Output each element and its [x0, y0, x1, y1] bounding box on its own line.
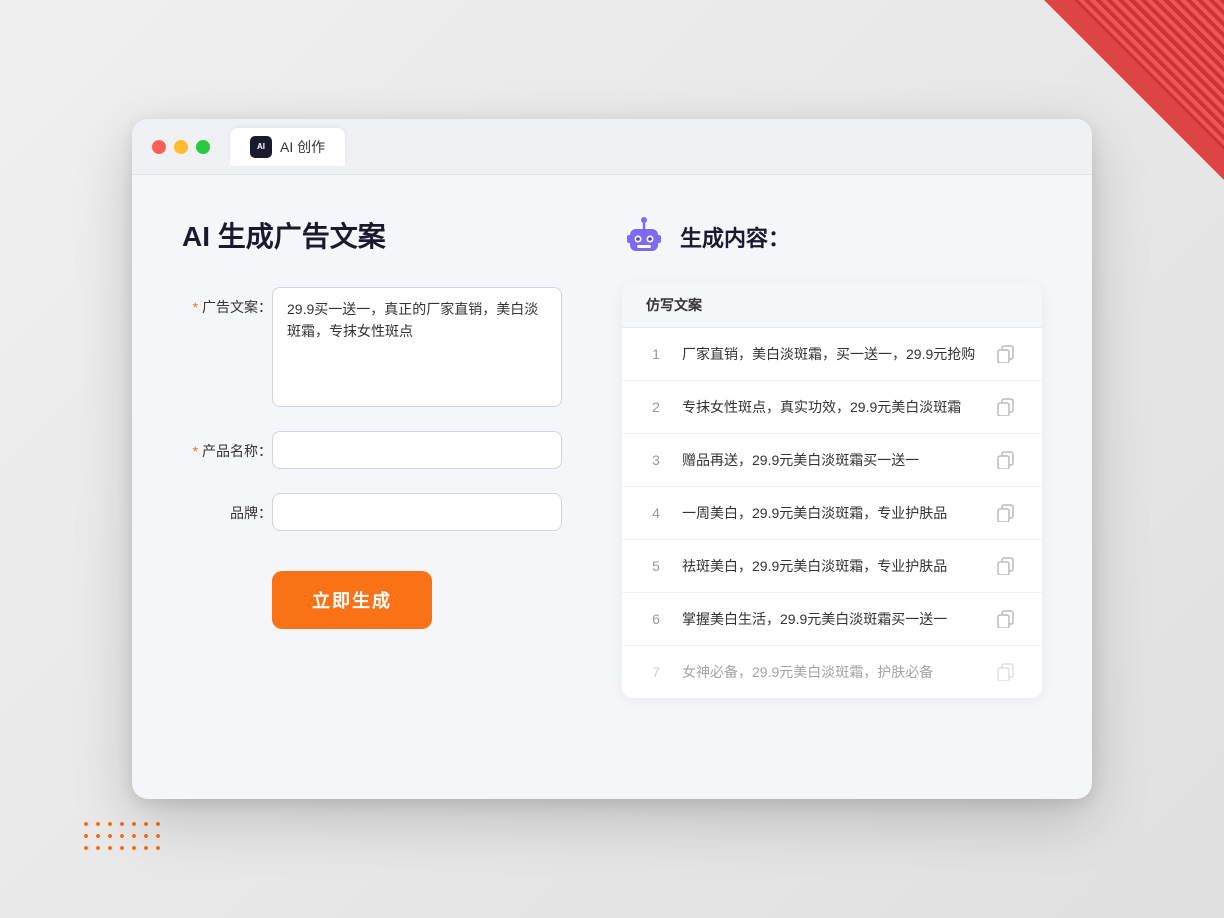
row-text: 赠品再送，29.9元美白淡斑霜买一送一	[682, 450, 978, 471]
copy-icon[interactable]	[994, 501, 1018, 525]
copy-icon[interactable]	[994, 554, 1018, 578]
row-text: 专抹女性斑点，真实功效，29.9元美白淡斑霜	[682, 397, 978, 418]
copy-icon[interactable]	[994, 660, 1018, 684]
copy-icon[interactable]	[994, 342, 1018, 366]
row-text: 祛斑美白，29.9元美白淡斑霜，专业护肤品	[682, 556, 978, 577]
required-star-ad: *	[193, 299, 198, 315]
result-title: 生成内容：	[680, 221, 790, 253]
row-text: 女神必备，29.9元美白淡斑霜，护肤必备	[682, 662, 978, 683]
brand-group: 品牌： 好白	[182, 493, 562, 531]
close-button[interactable]	[152, 140, 166, 154]
maximize-button[interactable]	[196, 140, 210, 154]
right-panel: 生成内容： 仿写文案 1 厂家直销，美白淡斑霜，买一送一，29.9元抢购 2 专…	[622, 215, 1042, 755]
minimize-button[interactable]	[174, 140, 188, 154]
tab-label: AI 创作	[280, 137, 325, 157]
table-row: 3 赠品再送，29.9元美白淡斑霜买一送一	[622, 434, 1042, 487]
table-row: 2 专抹女性斑点，真实功效，29.9元美白淡斑霜	[622, 381, 1042, 434]
row-number: 6	[646, 611, 666, 627]
product-name-group: *产品名称： 美白淡斑霜	[182, 431, 562, 469]
row-number: 3	[646, 452, 666, 468]
browser-window: AI 创作 AI 生成广告文案 *广告文案： 29.9买一送一，真正的厂家直销，…	[132, 119, 1092, 799]
table-row: 4 一周美白，29.9元美白淡斑霜，专业护肤品	[622, 487, 1042, 540]
robot-icon	[622, 215, 666, 259]
row-number: 7	[646, 664, 666, 680]
brand-input[interactable]: 好白	[272, 493, 562, 531]
row-number: 2	[646, 399, 666, 415]
copy-icon[interactable]	[994, 448, 1018, 472]
table-row: 7 女神必备，29.9元美白淡斑霜，护肤必备	[622, 646, 1042, 698]
result-header: 生成内容：	[622, 215, 1042, 259]
row-text: 掌握美白生活，29.9元美白淡斑霜买一送一	[682, 609, 978, 630]
table-header: 仿写文案	[622, 283, 1042, 328]
table-row: 5 祛斑美白，29.9元美白淡斑霜，专业护肤品	[622, 540, 1042, 593]
ad-copy-group: *广告文案： 29.9买一送一，真正的厂家直销，美白淡斑霜，专抹女性斑点	[182, 287, 562, 407]
table-row: 6 掌握美白生活，29.9元美白淡斑霜买一送一	[622, 593, 1042, 646]
copy-icon[interactable]	[994, 395, 1018, 419]
bg-decoration-dots	[80, 818, 160, 858]
ad-copy-label: *广告文案：	[182, 287, 272, 317]
row-number: 1	[646, 346, 666, 362]
product-name-label: *产品名称：	[182, 431, 272, 461]
copy-icon[interactable]	[994, 607, 1018, 631]
generate-button[interactable]: 立即生成	[272, 571, 432, 629]
required-star-product: *	[193, 443, 198, 459]
row-text: 厂家直销，美白淡斑霜，买一送一，29.9元抢购	[682, 344, 978, 365]
row-number: 4	[646, 505, 666, 521]
title-bar: AI 创作	[132, 119, 1092, 175]
tab-ai-creation[interactable]: AI 创作	[230, 128, 345, 166]
row-number: 5	[646, 558, 666, 574]
tab-ai-icon	[250, 136, 272, 158]
row-text: 一周美白，29.9元美白淡斑霜，专业护肤品	[682, 503, 978, 524]
brand-label: 品牌：	[182, 493, 272, 523]
ad-copy-input[interactable]: 29.9买一送一，真正的厂家直销，美白淡斑霜，专抹女性斑点	[272, 287, 562, 407]
content-area: AI 生成广告文案 *广告文案： 29.9买一送一，真正的厂家直销，美白淡斑霜，…	[132, 175, 1092, 795]
results-container: 1 厂家直销，美白淡斑霜，买一送一，29.9元抢购 2 专抹女性斑点，真实功效，…	[622, 328, 1042, 698]
left-panel: AI 生成广告文案 *广告文案： 29.9买一送一，真正的厂家直销，美白淡斑霜，…	[182, 215, 562, 755]
window-controls	[152, 140, 210, 154]
table-row: 1 厂家直销，美白淡斑霜，买一送一，29.9元抢购	[622, 328, 1042, 381]
product-name-input[interactable]: 美白淡斑霜	[272, 431, 562, 469]
page-title: AI 生成广告文案	[182, 215, 562, 255]
results-table: 仿写文案 1 厂家直销，美白淡斑霜，买一送一，29.9元抢购 2 专抹女性斑点，…	[622, 283, 1042, 698]
